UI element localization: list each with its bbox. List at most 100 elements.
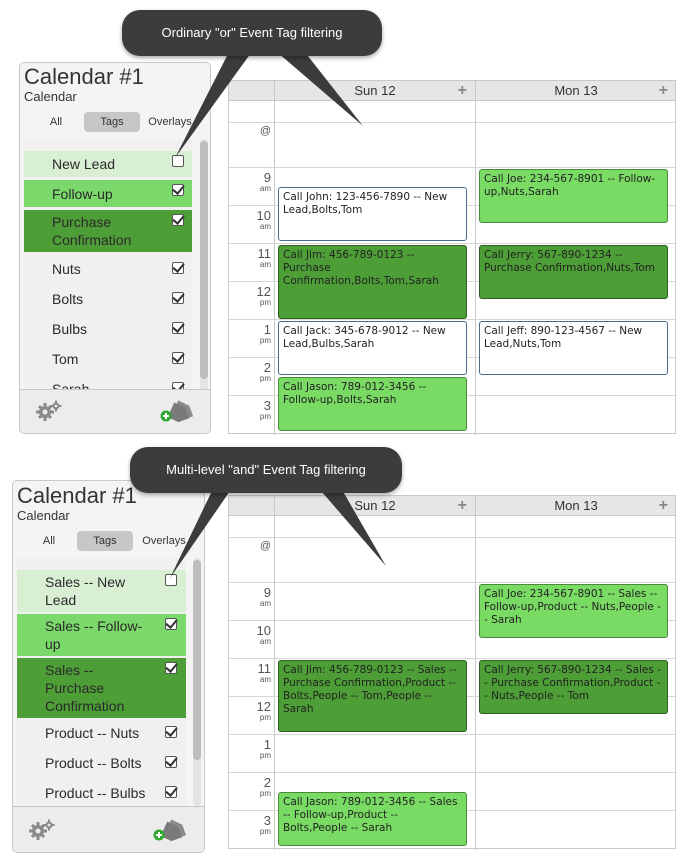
add-tag-icon[interactable] [153, 819, 189, 843]
grid-line [229, 122, 675, 123]
hour-label: 1 pm [259, 322, 271, 345]
tag-label: Sales -- New Lead [45, 574, 126, 608]
add-tag-icon[interactable] [160, 400, 196, 424]
callout-bubble: Multi-level "and" Event Tag filtering [130, 447, 402, 493]
hour-label: 3 pm [259, 398, 271, 421]
add-event-button[interactable]: + [659, 81, 668, 101]
day-header-sun[interactable]: Sun 12 + [274, 81, 475, 101]
calendar-event[interactable]: Call Jim: 456-789-0123 -- Purchase Confi… [278, 245, 467, 319]
day-header-mon[interactable]: Mon 13 + [475, 81, 676, 101]
tag-checkbox[interactable] [172, 184, 184, 196]
day-label: Mon 13 [554, 83, 598, 98]
tab-tags[interactable]: Tags [77, 531, 133, 551]
tag-label: Follow-up [52, 185, 113, 202]
tag-label: Nuts [52, 261, 81, 277]
tab-tags[interactable]: Tags [84, 112, 140, 132]
gutter-divider [274, 516, 275, 850]
tag-checkbox[interactable] [172, 292, 184, 304]
tag-item[interactable]: Sales -- Follow- up [17, 614, 186, 656]
scrollbar-thumb[interactable] [193, 560, 201, 760]
hour-label: 1 pm [259, 737, 271, 760]
scrollbar-thumb[interactable] [200, 141, 208, 379]
tag-item[interactable]: Bolts [24, 286, 192, 312]
tag-checkbox[interactable] [165, 618, 177, 630]
tag-item[interactable]: Tom [24, 346, 192, 372]
tab-overlays[interactable]: Overlays [144, 112, 196, 132]
hour-label: 12 pm [256, 699, 271, 722]
tag-checkbox[interactable] [172, 214, 184, 226]
tag-label: Purchase Confirmation [52, 214, 132, 248]
tag-list: Sales -- New Lead Sales -- Follow- up Sa… [17, 558, 186, 806]
tag-item[interactable]: Nuts [24, 256, 192, 282]
tag-list-scrollbar[interactable] [200, 139, 208, 391]
hour-label: 9 am [259, 170, 271, 193]
calendar-event[interactable]: Call Joe: 234-567-8901 -- Sales -- Follo… [479, 584, 668, 638]
add-event-button[interactable]: + [458, 81, 467, 101]
tag-checkbox[interactable] [165, 574, 177, 586]
tag-checkbox[interactable] [172, 262, 184, 274]
tag-label: Bolts [52, 291, 84, 307]
calendar-event[interactable]: Call John: 123-456-7890 -- New Lead,Bolt… [278, 187, 467, 241]
tag-item[interactable]: Sales -- Purchase Confirmation [17, 658, 186, 718]
gear-icon[interactable] [36, 400, 62, 422]
calendar-event[interactable]: Call Jason: 789-012-3456 -- Follow-up,Bo… [278, 377, 467, 431]
tab-all[interactable]: All [38, 112, 74, 132]
gear-icon[interactable] [29, 819, 55, 841]
hour-label: 12 pm [256, 284, 271, 307]
tag-list-scrollbar[interactable] [193, 558, 201, 806]
calendar-event[interactable]: Call Jack: 345-678-9012 -- New Lead,Bulb… [278, 321, 467, 375]
tag-checkbox[interactable] [165, 756, 177, 768]
tag-item[interactable]: Product -- Bolts [17, 750, 186, 776]
day-header-sun[interactable]: Sun 12 + [274, 496, 475, 516]
calendar-event[interactable]: Call Jim: 456-789-0123 -- Sales -- Purch… [278, 660, 467, 732]
grid-line [229, 243, 675, 244]
hour-label: 3 pm [259, 813, 271, 836]
sidebar-tabs: All Tags Overlays [13, 531, 204, 553]
tag-checkbox[interactable] [172, 155, 184, 167]
gutter-divider [274, 101, 275, 435]
calendar-event[interactable]: Call Jeff: 890-123-4567 -- New Lead,Nuts… [479, 321, 668, 375]
tag-label: Product -- Bolts [45, 755, 142, 771]
tag-item[interactable]: Follow-up [24, 180, 192, 207]
tag-checkbox[interactable] [165, 786, 177, 798]
day-divider [475, 101, 476, 435]
calendar-week-grid: Sun 12 + Mon 13 + @ 9 am 10 am 11 am 12 pm 1… [228, 80, 676, 435]
tag-item[interactable]: Sales -- New Lead [17, 570, 186, 612]
grid-line [229, 772, 675, 773]
tag-item[interactable]: Product -- Nuts [17, 720, 186, 746]
tag-checkbox[interactable] [165, 726, 177, 738]
sidebar-footer [13, 806, 204, 852]
tag-item[interactable]: Product -- Bulbs [17, 780, 186, 806]
calendar-event[interactable]: Call Joe: 234-567-8901 -- Follow-up,Nuts… [479, 169, 668, 223]
sidebar-footer [20, 389, 210, 433]
grid-line [229, 167, 675, 168]
calendar-event[interactable]: Call Jason: 789-012-3456 -- Sales -- Fol… [278, 792, 467, 846]
tag-label: Product -- Nuts [45, 725, 140, 741]
tag-label: Product -- Bulbs [45, 785, 146, 801]
add-event-button[interactable]: + [458, 496, 467, 516]
tab-overlays[interactable]: Overlays [137, 531, 191, 551]
day-label: Sun 12 [354, 498, 396, 513]
tag-checkbox[interactable] [172, 322, 184, 334]
hour-label: 10 am [256, 208, 271, 231]
hour-label: 2 pm [259, 775, 271, 798]
tag-item[interactable]: Bulbs [24, 316, 192, 342]
callout-bubble: Ordinary "or" Event Tag filtering [122, 10, 382, 56]
tag-label: Sales -- Follow- up [45, 618, 143, 652]
tag-item[interactable]: New Lead [24, 151, 192, 177]
tag-item[interactable]: Purchase Confirmation [24, 210, 192, 252]
grid-line [229, 319, 675, 320]
sidebar-tabs: All Tags Overlays [20, 112, 210, 134]
tag-label: Tom [52, 351, 79, 367]
tag-label: New Lead [52, 156, 116, 172]
calendar-subtitle: Calendar [17, 508, 70, 523]
tag-checkbox[interactable] [172, 352, 184, 364]
tab-all[interactable]: All [31, 531, 67, 551]
day-header-mon[interactable]: Mon 13 + [475, 496, 676, 516]
add-event-button[interactable]: + [659, 496, 668, 516]
hour-label: 11 am [257, 246, 272, 269]
tag-checkbox[interactable] [165, 662, 177, 674]
hour-label: 2 pm [259, 360, 271, 383]
calendar-event[interactable]: Call Jerry: 567-890-1234 -- Sales -- Pur… [479, 660, 668, 714]
calendar-event[interactable]: Call Jerry: 567-890-1234 -- Purchase Con… [479, 245, 668, 299]
